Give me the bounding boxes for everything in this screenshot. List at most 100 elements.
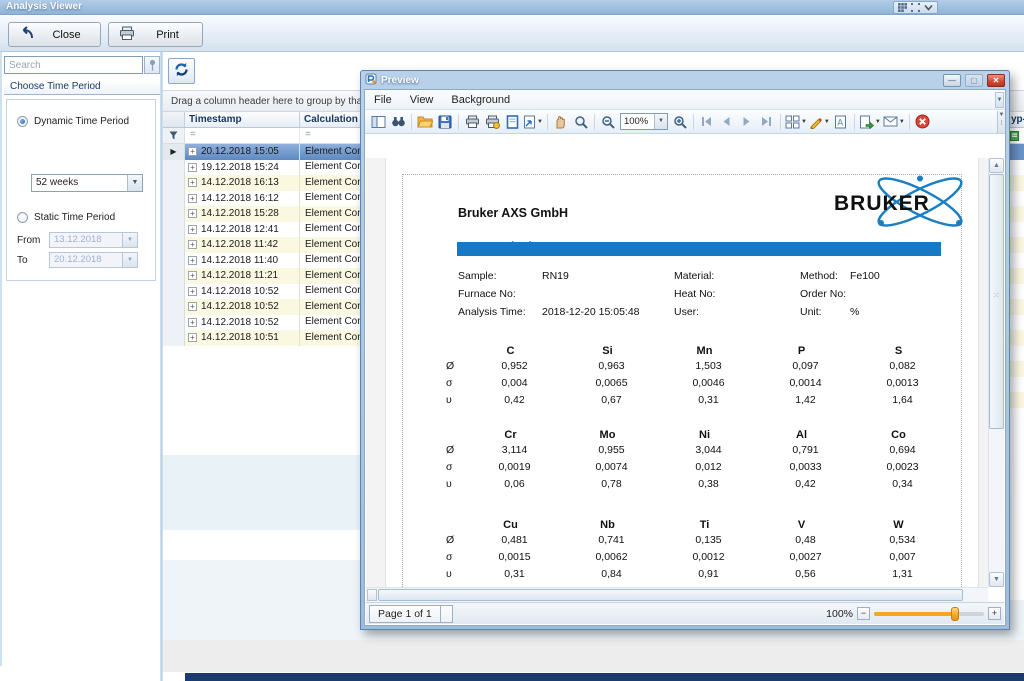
search-input[interactable]: [5, 57, 142, 73]
scroll-down-icon[interactable]: ▼: [989, 572, 1004, 587]
expand-plus-icon[interactable]: +: [188, 271, 197, 280]
zoom-slider-thumb[interactable]: [951, 607, 959, 621]
stat-row-label: Ø: [446, 360, 466, 372]
stat-value: 0,48: [757, 534, 854, 546]
expand-layout-icon[interactable]: [910, 2, 921, 13]
expand-plus-icon[interactable]: +: [188, 147, 197, 156]
timestamp-cell: 20.12.2018 15:05: [201, 146, 279, 157]
stat-value: 0,31: [660, 394, 757, 406]
vertical-scroll-thumb[interactable]: [989, 174, 1004, 429]
page-setup-icon[interactable]: [502, 112, 522, 132]
to-calendar-icon[interactable]: ▼: [123, 252, 138, 268]
expand-plus-icon[interactable]: +: [188, 333, 197, 342]
dropdown-arrow-icon[interactable]: ▼: [801, 119, 807, 125]
expand-plus-icon[interactable]: +: [188, 209, 197, 218]
to-date-field[interactable]: 20.12.2018: [49, 252, 123, 268]
filter-timestamp[interactable]: =: [185, 128, 300, 143]
zoom-slider[interactable]: [874, 612, 984, 616]
dropdown-arrow-icon[interactable]: ▼: [899, 119, 905, 125]
expand-plus-icon[interactable]: +: [188, 318, 197, 327]
dropdown-arrow-icon[interactable]: ▼: [875, 119, 881, 125]
close-button[interactable]: Close: [8, 22, 101, 47]
radio-unselected-icon[interactable]: [17, 212, 28, 223]
scroll-up-icon[interactable]: ▲: [989, 158, 1004, 173]
open-icon[interactable]: [415, 112, 435, 132]
expand-plus-icon[interactable]: +: [188, 225, 197, 234]
stat-value: 1,503: [660, 360, 757, 372]
shrink-to-page-icon[interactable]: ▼: [522, 112, 544, 132]
zoom-out-icon[interactable]: [598, 112, 618, 132]
preview-horizontal-scrollbar[interactable]: [366, 587, 988, 602]
menu-file[interactable]: File: [365, 91, 401, 109]
find-icon[interactable]: [388, 112, 408, 132]
save-icon[interactable]: [435, 112, 455, 132]
expand-plus-icon[interactable]: +: [188, 178, 197, 187]
element-block: CrMoNiAlCo Ø3,1140,9553,0440,7910,694 σ0…: [386, 429, 978, 492]
close-window-button[interactable]: ✕: [987, 74, 1005, 87]
zoom-in-icon[interactable]: [670, 112, 690, 132]
row-indicator: [163, 253, 185, 269]
zoom-combo-arrow-icon[interactable]: ▼: [654, 114, 667, 129]
menu-background[interactable]: Background: [442, 91, 519, 109]
from-date-field[interactable]: 13.12.2018: [49, 232, 123, 248]
multi-page-icon[interactable]: ▼: [784, 112, 808, 132]
expand-plus-icon[interactable]: +: [188, 240, 197, 249]
minimize-button[interactable]: —: [943, 74, 961, 87]
zoom-plus-button[interactable]: +: [988, 607, 1001, 620]
expand-plus-icon[interactable]: +: [188, 163, 197, 172]
print-settings-icon[interactable]: [482, 112, 502, 132]
from-calendar-icon[interactable]: ▼: [123, 232, 138, 248]
stat-value: 1,31: [854, 568, 951, 580]
toolbar-overflow-icon[interactable]: ▼⁞: [997, 111, 1005, 133]
next-page-icon[interactable]: [737, 112, 757, 132]
grid-layout-icon[interactable]: [897, 2, 908, 13]
zoom-level-combo[interactable]: 100% ▼: [620, 113, 668, 130]
menu-view[interactable]: View: [401, 91, 443, 109]
preview-vertical-scrollbar[interactable]: ▲ ▼: [988, 158, 1004, 587]
col-header-timestamp[interactable]: Timestamp: [185, 112, 300, 127]
element-symbol: Ni: [656, 429, 753, 441]
stat-value: 0,791: [757, 444, 854, 456]
expand-plus-icon[interactable]: +: [188, 302, 197, 311]
static-period-option[interactable]: Static Time Period: [17, 212, 115, 223]
stat-value: 0,06: [466, 478, 563, 490]
expand-plus-icon[interactable]: +: [188, 256, 197, 265]
horizontal-scroll-thumb[interactable]: [378, 589, 963, 601]
zoom-minus-button[interactable]: −: [857, 607, 870, 620]
document-map-icon[interactable]: [368, 112, 388, 132]
magnifier-icon[interactable]: [571, 112, 591, 132]
radio-selected-icon[interactable]: [17, 116, 28, 127]
prev-page-icon[interactable]: [717, 112, 737, 132]
refresh-button[interactable]: [168, 58, 195, 84]
print-icon[interactable]: [462, 112, 482, 132]
sliver-row: [1010, 330, 1024, 346]
first-page-icon[interactable]: [697, 112, 717, 132]
filter-funnel-icon[interactable]: [163, 128, 185, 143]
close-preview-icon[interactable]: [913, 112, 933, 132]
pin-icon[interactable]: [144, 56, 160, 74]
watermark-icon[interactable]: A: [831, 112, 851, 132]
page-color-icon[interactable]: ▼: [808, 112, 831, 132]
print-button[interactable]: Print: [108, 22, 203, 47]
dynamic-period-option[interactable]: Dynamic Time Period: [17, 116, 129, 127]
stat-value: 0,0062: [563, 551, 660, 563]
expand-plus-icon[interactable]: +: [188, 287, 197, 296]
period-select[interactable]: 52 weeks ▼: [31, 174, 143, 192]
last-page-icon[interactable]: [757, 112, 777, 132]
menu-overflow-icon[interactable]: ▼: [995, 92, 1004, 108]
dropdown-arrow-icon[interactable]: ▼: [824, 119, 830, 125]
element-symbol: Cu: [462, 519, 559, 531]
email-icon[interactable]: ▼: [882, 112, 906, 132]
maximize-button[interactable]: ▢: [965, 74, 983, 87]
select-arrow-icon[interactable]: ▼: [127, 175, 142, 191]
export-icon[interactable]: ▼: [858, 112, 882, 132]
chevron-down-icon[interactable]: [923, 2, 934, 13]
report-canvas[interactable]: Bruker AXS GmbH OES Analysis Report BRUK…: [366, 158, 988, 587]
hscroll-left-box[interactable]: [367, 589, 377, 601]
element-symbol: V: [753, 519, 850, 531]
hand-tool-icon[interactable]: [551, 112, 571, 132]
time-period-group-title[interactable]: Choose Time Period: [4, 80, 160, 95]
preview-titlebar[interactable]: Preview — ▢ ✕: [361, 71, 1009, 89]
expand-plus-icon[interactable]: +: [188, 194, 197, 203]
dropdown-arrow-icon[interactable]: ▼: [537, 119, 543, 125]
